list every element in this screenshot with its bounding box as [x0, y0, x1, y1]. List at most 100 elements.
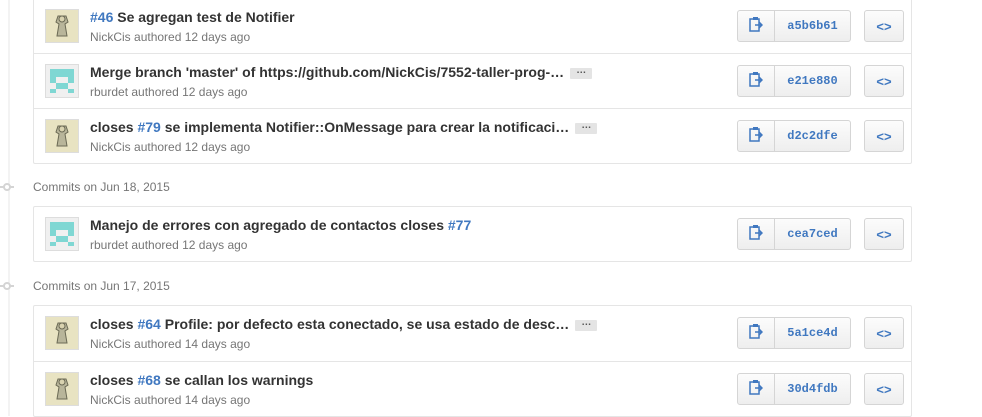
commit-message[interactable]: Se agregan test de Notifier [113, 9, 294, 25]
commit-meta: rburdet authored 12 days ago [90, 85, 247, 99]
clipboard-icon [749, 379, 764, 400]
ellipsis-icon[interactable]: … [570, 65, 593, 79]
copy-sha-button[interactable] [737, 10, 775, 42]
commit-list: closes #64 Profile: por defecto esta con… [33, 305, 912, 417]
commits-date-header: Commits on Jun 18, 2015 [33, 180, 170, 200]
authored-label: authored [131, 238, 179, 252]
avatar[interactable] [45, 64, 79, 98]
commit-title: closes #64 Profile: por defecto esta con… [90, 316, 598, 332]
author-name[interactable]: rburdet [90, 85, 128, 99]
avatar[interactable] [45, 217, 79, 251]
issue-link[interactable]: #64 [137, 316, 160, 332]
commit-row: closes #79 se implementa Notifier::OnMes… [34, 108, 911, 163]
commits-label: Commits [33, 279, 81, 293]
commit-row: closes #64 Profile: por defecto esta con… [34, 306, 911, 361]
copy-sha-button[interactable] [737, 373, 775, 405]
commits-date: on Jun 18, 2015 [83, 180, 170, 194]
sha-group: d2c2dfe [737, 120, 851, 152]
author-name[interactable]: NickCis [90, 140, 131, 154]
commit-message[interactable]: Merge branch 'master' of https://github.… [90, 64, 564, 80]
commit-row: #46 Se agregan test de Notifier NickCis … [34, 0, 911, 53]
commit-message[interactable]: Profile: por defecto esta conectado, se … [161, 316, 570, 332]
timeline-dot-icon [0, 282, 14, 290]
authored-label: authored [134, 30, 182, 44]
issue-link[interactable]: #46 [90, 9, 113, 25]
code-icon: <> [876, 325, 892, 341]
commit-time: 12 days ago [184, 30, 251, 44]
author-name[interactable]: rburdet [90, 238, 128, 252]
copy-sha-button[interactable] [737, 317, 775, 349]
sha-group: 30d4fdb [737, 373, 851, 405]
timeline-dot-icon [0, 183, 14, 191]
browse-code-button[interactable]: <> [864, 65, 904, 97]
clipboard-icon [749, 16, 764, 37]
avatar[interactable] [45, 372, 79, 406]
code-icon: <> [876, 128, 892, 144]
browse-code-button[interactable]: <> [864, 373, 904, 405]
commit-time: 14 days ago [184, 393, 251, 407]
commit-sha-button[interactable]: 30d4fdb [775, 373, 851, 405]
commit-sha-button[interactable]: d2c2dfe [775, 120, 851, 152]
code-icon: <> [876, 73, 892, 89]
browse-code-button[interactable]: <> [864, 218, 904, 250]
commit-title: closes #79 se implementa Notifier::OnMes… [90, 119, 598, 135]
avatar[interactable] [45, 316, 79, 350]
issue-link[interactable]: #77 [448, 217, 471, 233]
commit-sha-button[interactable]: a5b6b61 [775, 10, 851, 42]
author-name[interactable]: NickCis [90, 337, 131, 351]
commit-sha-button[interactable]: 5a1ce4d [775, 317, 851, 349]
commit-prefix[interactable]: closes [90, 316, 137, 332]
commit-prefix[interactable]: closes [90, 119, 137, 135]
browse-code-button[interactable]: <> [864, 10, 904, 42]
commit-sha-button[interactable]: cea7ced [775, 218, 851, 250]
sha-group: e21e880 [737, 65, 851, 97]
commit-time: 12 days ago [182, 85, 248, 99]
commit-time: 12 days ago [184, 140, 251, 154]
code-icon: <> [876, 226, 892, 242]
clipboard-icon [749, 323, 764, 344]
commits-label: Commits [33, 180, 81, 194]
commit-row: Manejo de errores con agregado de contac… [34, 207, 911, 261]
clipboard-icon [749, 224, 764, 245]
copy-sha-button[interactable] [737, 120, 775, 152]
commit-message[interactable]: Manejo de errores con agregado de contac… [90, 217, 448, 233]
commit-meta: NickCis authored 14 days ago [90, 393, 250, 407]
commit-message[interactable]: se implementa Notifier::OnMessage para c… [161, 119, 570, 135]
issue-link[interactable]: #79 [137, 119, 160, 135]
commit-list: #46 Se agregan test de Notifier NickCis … [33, 0, 912, 164]
clipboard-icon [749, 126, 764, 147]
sha-group: cea7ced [737, 218, 851, 250]
browse-code-button[interactable]: <> [864, 317, 904, 349]
ellipsis-icon[interactable]: … [575, 317, 598, 331]
authored-label: authored [131, 85, 179, 99]
commit-prefix[interactable]: closes [90, 372, 137, 388]
avatar[interactable] [45, 119, 79, 153]
commit-time: 12 days ago [182, 238, 248, 252]
commit-meta: rburdet authored 12 days ago [90, 238, 247, 252]
commit-meta: NickCis authored 12 days ago [90, 140, 250, 154]
commit-meta: NickCis authored 12 days ago [90, 30, 250, 44]
copy-sha-button[interactable] [737, 218, 775, 250]
commit-title: Manejo de errores con agregado de contac… [90, 217, 471, 233]
authored-label: authored [134, 140, 182, 154]
author-name[interactable]: NickCis [90, 30, 131, 44]
commit-row: Merge branch 'master' of https://github.… [34, 53, 911, 108]
timeline-line [8, 0, 10, 416]
commit-list: Manejo de errores con agregado de contac… [33, 206, 912, 262]
commit-meta: NickCis authored 14 days ago [90, 337, 250, 351]
commits-date-header: Commits on Jun 17, 2015 [33, 279, 170, 299]
clipboard-icon [749, 71, 764, 92]
avatar[interactable] [45, 9, 79, 43]
author-name[interactable]: NickCis [90, 393, 131, 407]
commit-title: Merge branch 'master' of https://github.… [90, 64, 593, 80]
code-icon: <> [876, 18, 892, 34]
commit-message[interactable]: se callan los warnings [161, 372, 314, 388]
copy-sha-button[interactable] [737, 65, 775, 97]
ellipsis-icon[interactable]: … [575, 120, 598, 134]
browse-code-button[interactable]: <> [864, 120, 904, 152]
authored-label: authored [134, 337, 182, 351]
issue-link[interactable]: #68 [137, 372, 160, 388]
commit-title: #46 Se agregan test de Notifier [90, 9, 295, 25]
commit-sha-button[interactable]: e21e880 [775, 65, 851, 97]
commit-row: closes #68 se callan los warnings NickCi… [34, 361, 911, 416]
